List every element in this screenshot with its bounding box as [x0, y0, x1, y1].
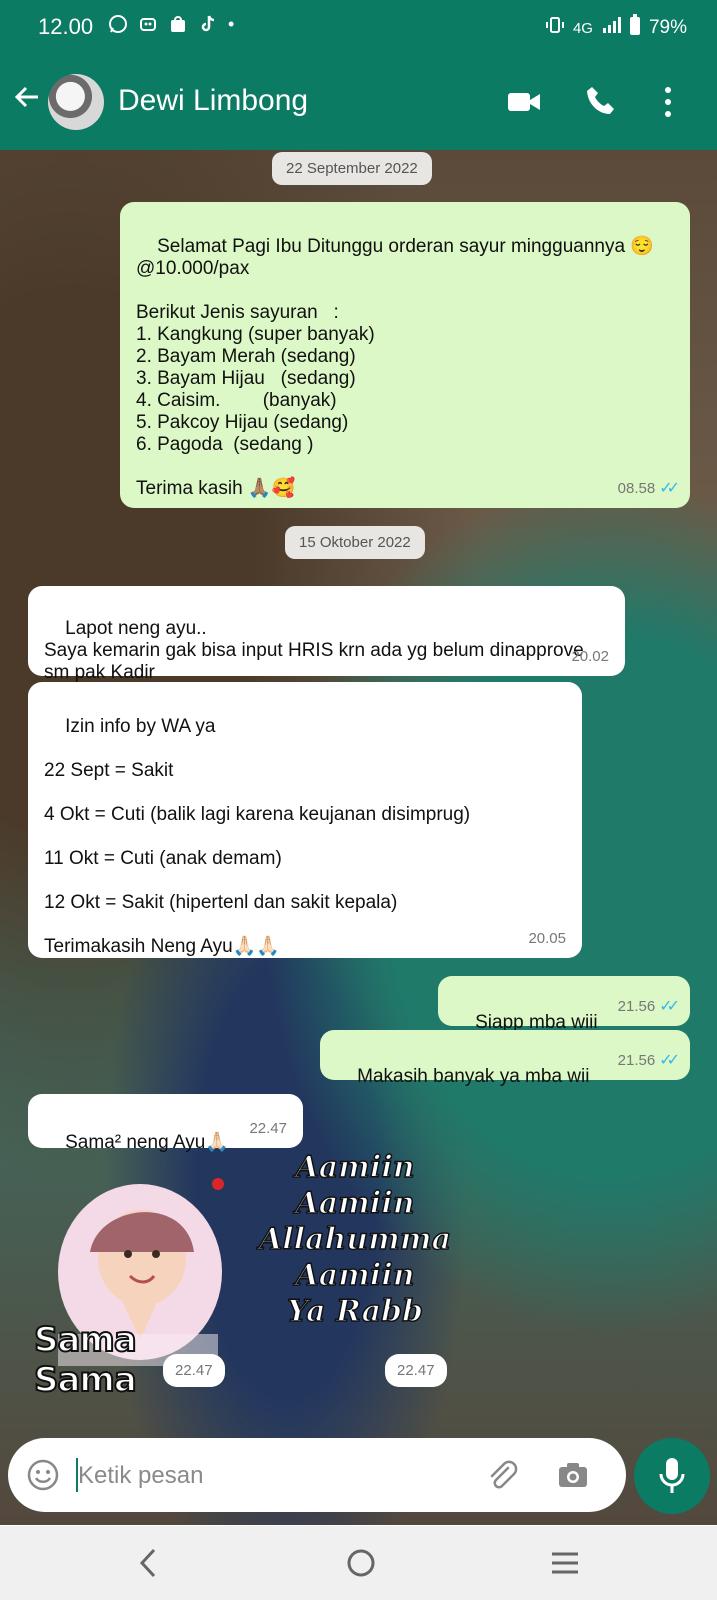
- status-bar: 12.00 • 4G 79%: [0, 0, 717, 56]
- message-time: 20.05: [528, 930, 566, 947]
- emoji-icon[interactable]: [26, 1458, 60, 1497]
- video-call-icon[interactable]: [506, 84, 542, 125]
- sticker-sama-sama[interactable]: Sama Sama: [28, 1174, 236, 1401]
- camera-icon[interactable]: [556, 1458, 590, 1497]
- contact-avatar[interactable]: [48, 74, 104, 130]
- message-time: 20.02: [571, 648, 609, 665]
- battery-level: 79%: [648, 17, 687, 38]
- more-options-icon[interactable]: [658, 84, 678, 125]
- dot-icon: •: [228, 14, 235, 34]
- nav-back-icon[interactable]: [136, 1546, 160, 1585]
- message-bubble-outgoing[interactable]: Siapp mba wiii 21.56 ✓✓: [438, 976, 690, 1033]
- message-text: Makasih banyak ya mba wii: [357, 1066, 590, 1087]
- shop-icon: [168, 14, 188, 39]
- message-bubble-incoming[interactable]: Izin info by WA ya 22 Sept = Sakit 4 Okt…: [28, 682, 582, 958]
- sticker-line: Ya Rabb: [286, 1293, 423, 1330]
- whatsapp-icon: [108, 14, 128, 39]
- notification-icons: •: [108, 14, 234, 39]
- contact-name[interactable]: Dewi Limbong: [118, 84, 308, 118]
- nav-home-icon[interactable]: [344, 1546, 378, 1585]
- message-text: Sama² neng Ayu🙏🏻: [65, 1132, 229, 1153]
- message-text: Selamat Pagi Ibu Ditunggu orderan sayur …: [136, 236, 654, 499]
- status-time: 12.00: [38, 14, 94, 39]
- message-input[interactable]: Ketik pesan: [78, 1462, 203, 1490]
- attach-icon[interactable]: [484, 1458, 518, 1497]
- message-time: 08.58: [617, 480, 656, 497]
- system-nav-bar: [0, 1526, 717, 1600]
- message-time: 21.56: [617, 1052, 656, 1069]
- network-type: 4G: [572, 19, 593, 37]
- double-check-icon: ✓✓: [659, 998, 680, 1015]
- date-divider: 22 September 2022: [272, 152, 432, 185]
- back-arrow-icon[interactable]: [12, 82, 42, 118]
- double-check-icon: ✓✓: [659, 480, 680, 497]
- message-bubble-incoming[interactable]: Sama² neng Ayu🙏🏻 22.47: [28, 1094, 303, 1153]
- message-time: 22.47: [249, 1120, 287, 1137]
- sticker-time: 22.47: [163, 1354, 225, 1387]
- sticker-line: Aamiin: [295, 1257, 416, 1294]
- nav-recents-icon[interactable]: [550, 1548, 580, 1583]
- message-bubble-outgoing[interactable]: Makasih banyak ya mba wii 21.56 ✓✓: [320, 1030, 690, 1087]
- mic-button[interactable]: [634, 1438, 710, 1514]
- date-divider: 15 Oktober 2022: [285, 526, 425, 559]
- mic-icon: [656, 1456, 688, 1501]
- double-check-icon: ✓✓: [659, 1052, 680, 1069]
- phone-call-icon[interactable]: [584, 84, 618, 123]
- tiktok-icon: [198, 14, 218, 39]
- chat-wallpaper: 22 September 2022 Selamat Pagi Ibu Ditun…: [0, 150, 717, 1525]
- message-text: Lapot neng ayu.. Saya kemarin gak bisa i…: [44, 618, 584, 683]
- battery-icon: [629, 14, 641, 42]
- message-bubble-incoming[interactable]: Lapot neng ayu.. Saya kemarin gak bisa i…: [28, 586, 625, 683]
- chat-header: Dewi Limbong: [0, 56, 717, 150]
- vibrate-icon: [545, 15, 565, 41]
- message-text: Izin info by WA ya 22 Sept = Sakit 4 Okt…: [44, 716, 471, 957]
- message-time: 21.56: [617, 998, 656, 1015]
- sticker-line: Aamiin: [295, 1149, 416, 1186]
- sticker-time: 22.47: [385, 1354, 447, 1387]
- message-bubble-outgoing[interactable]: Selamat Pagi Ibu Ditunggu orderan sayur …: [120, 202, 690, 508]
- signal-icon: [601, 15, 621, 41]
- sticker-line: Allahumma: [258, 1221, 452, 1258]
- sticker-line: Aamiin: [295, 1185, 416, 1222]
- bot-icon: [138, 14, 158, 39]
- sticker-aamiin[interactable]: Aamiin Aamiin Allahumma Aamiin Ya Rabb: [250, 1149, 460, 1360]
- message-composer: Ketik pesan: [8, 1438, 626, 1512]
